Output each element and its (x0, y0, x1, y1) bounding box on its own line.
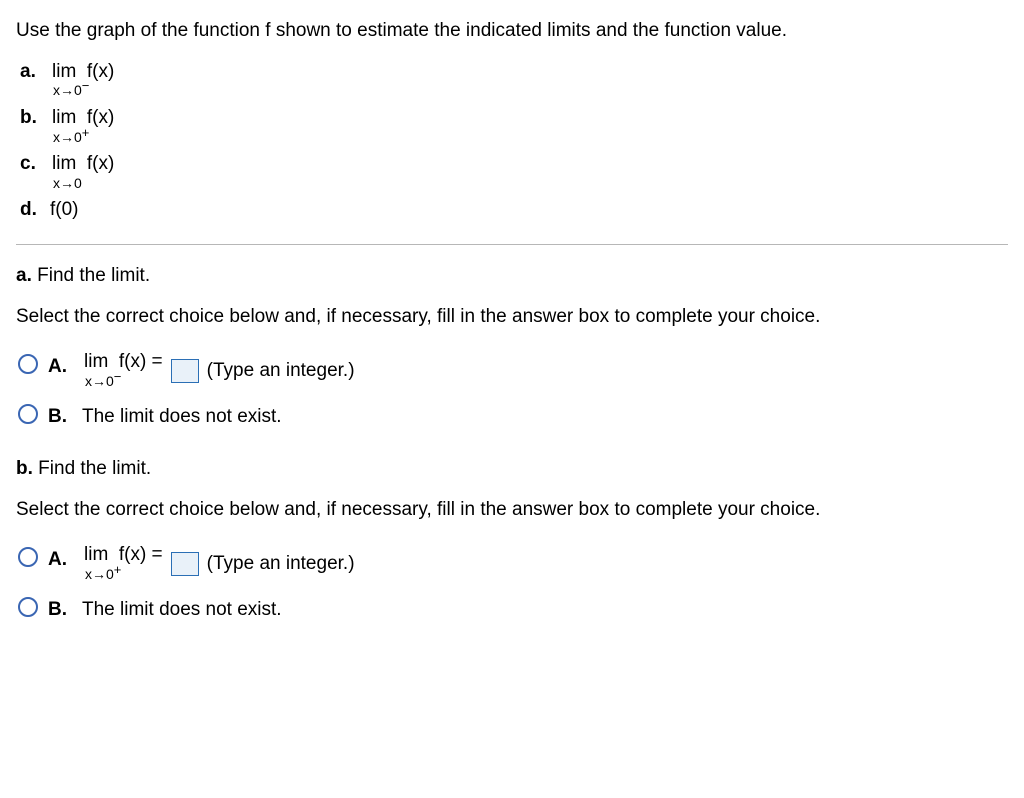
lim-approach: x→0 (85, 566, 114, 582)
lim-fx: f(x) (87, 61, 114, 82)
section-b-choice-a: A. lim f(x) = x→0+ (Type an integer.) (18, 545, 1008, 582)
lim-side: + (82, 125, 90, 140)
lim-approach: x→0 (85, 373, 114, 389)
part-a-limit: lim f(x) x→0− (52, 62, 114, 99)
part-a: a. lim f(x) x→0− (20, 59, 1008, 99)
radio-button[interactable] (18, 547, 38, 567)
part-c-label: c. (20, 151, 40, 178)
lim-word: lim (84, 544, 108, 565)
divider (16, 244, 1008, 245)
section-a-heading: a. Find the limit. (16, 263, 1008, 290)
radio-button[interactable] (18, 597, 38, 617)
choice-b-text: The limit does not exist. (82, 402, 282, 431)
lim-side: − (82, 78, 90, 93)
choice-letter: B. (48, 402, 72, 431)
section-b-instruction: Select the correct choice below and, if … (16, 497, 1008, 524)
answer-input[interactable] (171, 552, 199, 576)
part-b-label: b. (20, 105, 40, 132)
choice-letter: A. (48, 352, 72, 381)
part-c-limit: lim f(x) x→0 (52, 154, 114, 191)
section-b-heading: b. Find the limit. (16, 456, 1008, 483)
choice-letter: B. (48, 595, 72, 624)
choice-a-limit: lim f(x) = x→0− (84, 352, 163, 389)
choice-b-text: The limit does not exist. (82, 595, 282, 624)
choice-a-limit: lim f(x) = x→0+ (84, 545, 163, 582)
lim-approach: x→0 (53, 129, 82, 145)
section-a-choice-a: A. lim f(x) = x→0− (Type an integer.) (18, 352, 1008, 389)
part-b-limit: lim f(x) x→0+ (52, 108, 114, 145)
lim-fx-eq: f(x) = (119, 351, 163, 372)
part-b: b. lim f(x) x→0+ (20, 105, 1008, 145)
section-b-choice-b: B. The limit does not exist. (18, 595, 1008, 624)
lim-fx: f(x) (87, 153, 114, 174)
lim-side: − (114, 369, 122, 384)
section-b-heading-bold: b. (16, 458, 33, 479)
parts-list: a. lim f(x) x→0− b. lim f(x) x→ (20, 59, 1008, 224)
lim-fx-eq: f(x) = (119, 544, 163, 565)
radio-button[interactable] (18, 354, 38, 374)
radio-button[interactable] (18, 404, 38, 424)
part-d-text: f(0) (50, 197, 79, 224)
section-a-heading-bold: a. (16, 265, 32, 286)
answer-input[interactable] (171, 359, 199, 383)
answer-hint: (Type an integer.) (207, 551, 355, 578)
section-b: b. Find the limit. Select the correct ch… (16, 456, 1008, 623)
section-a-heading-rest: Find the limit. (32, 265, 150, 286)
lim-word: lim (84, 351, 108, 372)
answer-hint: (Type an integer.) (207, 358, 355, 385)
lim-side: + (114, 562, 122, 577)
section-a-choice-b: B. The limit does not exist. (18, 402, 1008, 431)
section-a-instruction: Select the correct choice below and, if … (16, 304, 1008, 331)
lim-fx: f(x) (87, 107, 114, 128)
section-a: a. Find the limit. Select the correct ch… (16, 263, 1008, 430)
lim-approach: x→0 (53, 82, 82, 98)
lim-word: lim (52, 153, 76, 174)
part-d-label: d. (20, 197, 40, 224)
lim-approach: x→0 (53, 175, 82, 191)
problem-intro: Use the graph of the function f shown to… (16, 18, 1008, 45)
lim-word: lim (52, 61, 76, 82)
part-d: d. f(0) (20, 197, 1008, 224)
lim-word: lim (52, 107, 76, 128)
part-a-label: a. (20, 59, 40, 86)
part-c: c. lim f(x) x→0 (20, 151, 1008, 191)
choice-letter: A. (48, 545, 72, 574)
section-b-heading-rest: Find the limit. (33, 458, 151, 479)
